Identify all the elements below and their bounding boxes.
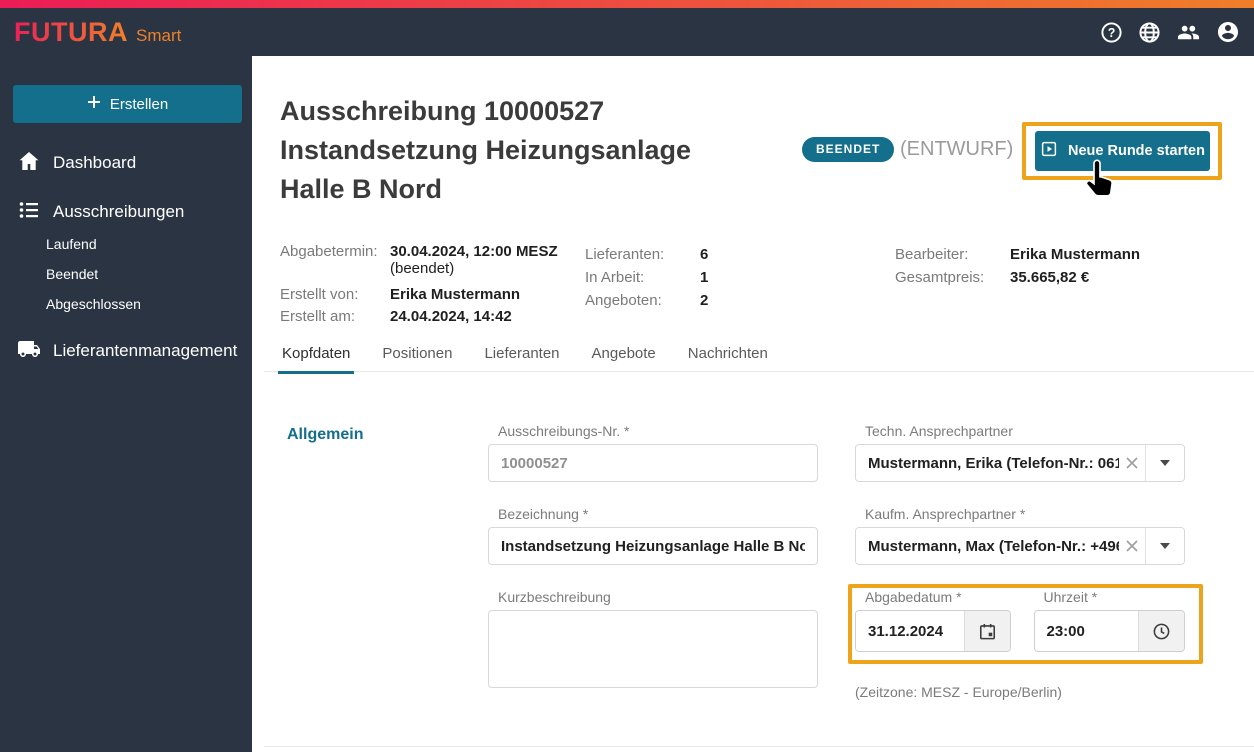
chevron-down-icon[interactable]	[1146, 528, 1184, 564]
tab-kopfdaten[interactable]: Kopfdaten	[277, 341, 355, 374]
clear-icon[interactable]	[1119, 539, 1145, 553]
meta-value: 2	[700, 292, 709, 309]
sidebar-subitem-laufend[interactable]: Laufend	[46, 232, 97, 256]
deadline-row: Abgabedatum * Uhrzeit *	[855, 589, 1185, 652]
cursor-pointer-hand	[1080, 158, 1120, 202]
truck-icon	[17, 337, 41, 366]
field-label: Abgabedatum *	[865, 589, 962, 605]
chevron-down-icon[interactable]	[1146, 445, 1184, 481]
meta-note: (beendet)	[390, 260, 455, 277]
meta-label: In Arbeit:	[585, 269, 645, 286]
tab-positionen[interactable]: Positionen	[380, 341, 454, 374]
field-uhrzeit: Uhrzeit *	[1033, 589, 1185, 652]
meta-label: Erstellt von:	[280, 286, 359, 303]
field-kurzbeschreibung: Kurzbeschreibung	[488, 589, 818, 693]
top-gradient-strip	[0, 0, 1254, 8]
sidebar-subitem-label: Laufend	[46, 236, 97, 252]
meta-column-owner: Bearbeiter: Erika Mustermann Gesamtpreis…	[895, 243, 1140, 289]
meta-value: Erika Mustermann	[1010, 246, 1141, 263]
sidebar-item-label: Ausschreibungen	[53, 202, 185, 221]
meta-label: Lieferanten:	[585, 246, 665, 263]
ausschreibungs-nr-input[interactable]	[488, 444, 818, 482]
create-button[interactable]: Erstellen	[13, 85, 242, 123]
kurzbeschreibung-textarea[interactable]	[488, 610, 818, 688]
timezone-note: (Zeitzone: MESZ - Europe/Berlin)	[855, 684, 1062, 700]
kaufm-ansprechpartner-select[interactable]: Mustermann, Max (Telefon-Nr.: +496 ...	[855, 527, 1185, 565]
field-label: Ausschreibungs-Nr. *	[498, 423, 630, 439]
meta-label: Erstellt am:	[280, 308, 356, 325]
tab-nachrichten[interactable]: Nachrichten	[686, 341, 770, 374]
clear-icon[interactable]	[1119, 456, 1145, 470]
sidebar-item-lieferantenmanagement[interactable]: Lieferantenmanagement	[0, 336, 252, 366]
field-bezeichnung: Bezeichnung *	[488, 506, 818, 565]
sidebar-subitem-beendet[interactable]: Beendet	[46, 262, 98, 286]
meta-label: Gesamtpreis:	[895, 269, 985, 286]
meta-column-counts: Lieferanten: 6 In Arbeit: 1 Angeboten: 2	[585, 243, 708, 312]
brand-logo: FUTURA	[14, 16, 128, 47]
svg-text:?: ?	[1108, 25, 1116, 39]
uhrzeit-input[interactable]	[1034, 611, 1138, 651]
meta-value: 30.04.2024, 12:00 MESZ	[390, 243, 558, 260]
tab-angebote[interactable]: Angebote	[590, 341, 658, 374]
meta-label: Abgabetermin:	[280, 243, 378, 260]
account-icon[interactable]	[1216, 20, 1240, 44]
draft-label: (ENTWURF)	[900, 138, 1014, 160]
sidebar-subitem-abgeschlossen[interactable]: Abgeschlossen	[46, 292, 141, 316]
form-column-left: Ausschreibungs-Nr. * Bezeichnung * Kurzb…	[488, 423, 818, 693]
users-icon[interactable]	[1176, 21, 1201, 44]
tab-lieferanten[interactable]: Lieferanten	[482, 341, 561, 374]
sidebar-subitem-label: Beendet	[46, 266, 99, 282]
field-techn-ansprechpartner: Techn. Ansprechpartner Mustermann, Erika…	[855, 423, 1185, 482]
sidebar-item-label: Lieferantenmanagement	[53, 341, 238, 360]
field-label: Techn. Ansprechpartner	[865, 423, 1013, 439]
sidebar: Erstellen Dashboard Ausschreibungen Lauf…	[0, 56, 252, 752]
play-box-icon	[1040, 140, 1058, 162]
field-label: Bezeichnung *	[498, 506, 589, 522]
meta-value: 1	[700, 269, 709, 286]
home-icon	[17, 149, 41, 178]
sidebar-item-label: Dashboard	[53, 153, 137, 172]
list-icon	[17, 198, 41, 227]
appbar-icon-group: ?	[1100, 20, 1240, 44]
bottom-divider	[264, 746, 1254, 747]
field-ausschreibungs-nr: Ausschreibungs-Nr. *	[488, 423, 818, 482]
tab-bar: Kopfdaten Positionen Lieferanten Angebot…	[277, 341, 770, 374]
select-value: Mustermann, Erika (Telefon-Nr.: 061 ...	[868, 454, 1120, 472]
help-icon[interactable]: ?	[1100, 21, 1123, 44]
plus-icon	[87, 95, 101, 113]
globe-icon[interactable]	[1138, 21, 1161, 44]
create-button-label: Erstellen	[109, 95, 169, 113]
app-bar: FUTURA Smart ?	[0, 8, 1254, 56]
meta-value: 35.665,82 €	[1010, 269, 1090, 286]
sidebar-item-ausschreibungen[interactable]: Ausschreibungen	[0, 197, 252, 227]
field-label: Kurzbeschreibung	[498, 589, 611, 605]
form-column-right: Techn. Ansprechpartner Mustermann, Erika…	[855, 423, 1185, 652]
meta-value: 24.04.2024, 14:42	[390, 308, 512, 325]
abgabedatum-input[interactable]	[856, 611, 964, 651]
page-title: Ausschreibung 10000527 Instandsetzung He…	[280, 96, 692, 204]
new-round-button-label: Neue Runde starten	[1068, 143, 1205, 159]
main-content: Ausschreibung 10000527 Instandsetzung He…	[252, 56, 1254, 752]
techn-ansprechpartner-select[interactable]: Mustermann, Erika (Telefon-Nr.: 061 ...	[855, 444, 1185, 482]
meta-label: Angeboten:	[585, 292, 662, 309]
brand-suffix: Smart	[135, 26, 182, 45]
bezeichnung-input[interactable]	[488, 527, 818, 565]
sidebar-subitem-label: Abgeschlossen	[46, 296, 141, 312]
meta-label: Bearbeiter:	[895, 246, 969, 263]
new-round-button[interactable]: Neue Runde starten	[1035, 131, 1210, 171]
calendar-icon[interactable]	[963, 611, 1010, 651]
meta-value: 6	[700, 246, 709, 263]
field-abgabedatum: Abgabedatum *	[855, 589, 1011, 652]
meta-column-dates: Abgabetermin: 30.04.2024, 12:00 MESZ (be…	[280, 243, 558, 328]
status-badge: BEENDET	[802, 137, 895, 162]
field-kaufm-ansprechpartner: Kaufm. Ansprechpartner * Mustermann, Max…	[855, 506, 1185, 565]
clock-icon[interactable]	[1138, 611, 1184, 651]
meta-value: Erika Mustermann	[390, 286, 521, 303]
field-label: Kaufm. Ansprechpartner *	[865, 506, 1026, 522]
section-title-allgemein: Allgemein	[287, 426, 364, 443]
field-label: Uhrzeit *	[1043, 589, 1098, 605]
select-value: Mustermann, Max (Telefon-Nr.: +496 ...	[868, 537, 1120, 555]
sidebar-item-dashboard[interactable]: Dashboard	[0, 148, 252, 178]
